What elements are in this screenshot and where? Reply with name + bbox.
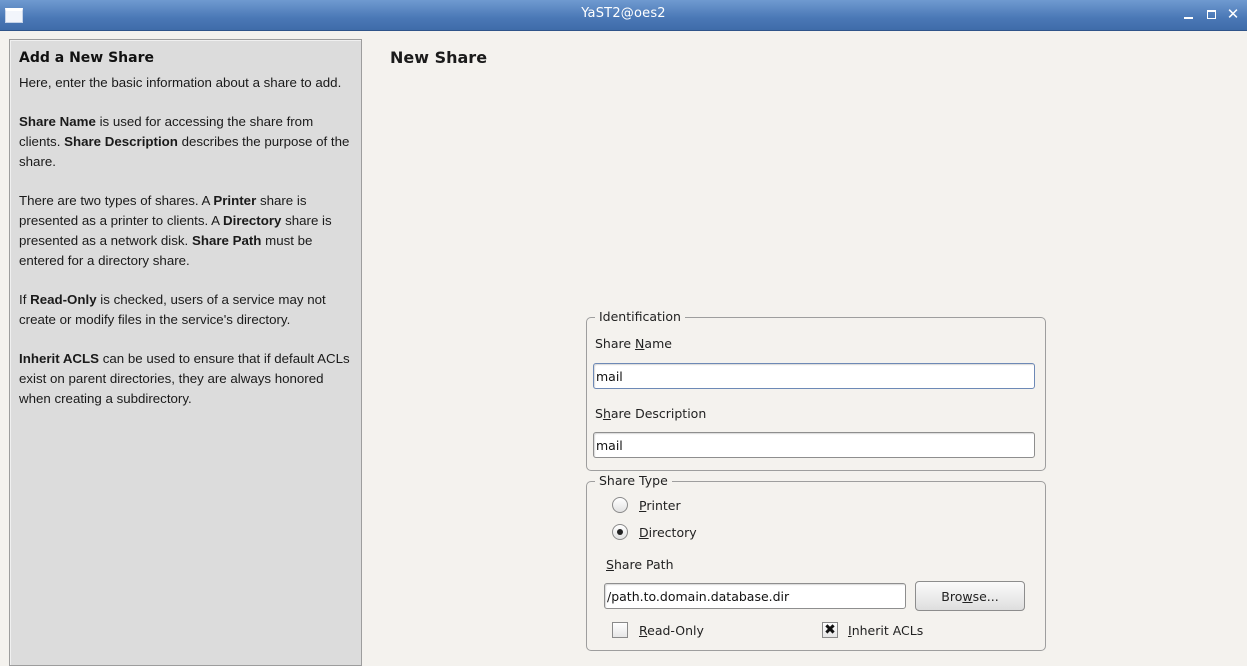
identification-legend: Identification — [595, 309, 685, 324]
help-bold: Share Path — [191, 233, 262, 248]
close-icon[interactable]: ✕ — [1225, 6, 1241, 22]
mnemonic: D — [639, 525, 649, 540]
help-paragraph: Here, enter the basic information about … — [19, 73, 355, 93]
help-bold: Share Name — [19, 114, 96, 129]
inherit-acls-label[interactable]: Inherit ACLs — [848, 623, 923, 638]
radio-selected-dot — [617, 529, 623, 535]
help-text-span: Here, enter the basic information about … — [19, 75, 342, 90]
help-text-span: If — [19, 292, 31, 307]
label-text: Bro — [941, 589, 963, 604]
window-titlebar: YaST2@oes2 ✕ — [0, 0, 1247, 31]
label-text: se... — [972, 589, 999, 604]
help-bold: Inherit ACLS — [19, 351, 100, 366]
label-text: nherit ACLs — [851, 623, 924, 638]
help-panel: Add a New Share Here, enter the basic in… — [9, 39, 362, 666]
share-path-label: Share Path — [606, 557, 674, 572]
minimize-icon[interactable] — [1181, 6, 1197, 22]
share-type-legend: Share Type — [595, 473, 672, 488]
help-paragraph: There are two types of shares. A Printer… — [19, 191, 355, 271]
share-name-label: Share Name — [595, 336, 672, 351]
printer-radio[interactable] — [612, 497, 628, 513]
help-bold: Share Description — [64, 134, 178, 149]
directory-label[interactable]: Directory — [639, 525, 697, 540]
window-controls: ✕ — [1181, 6, 1241, 22]
label-text: ead-Only — [647, 623, 704, 638]
help-paragraph: Inherit ACLS can be used to ensure that … — [19, 349, 355, 409]
mnemonic: R — [639, 623, 648, 638]
help-paragraph: Share Name is used for accessing the sha… — [19, 112, 355, 172]
mnemonic: N — [635, 336, 645, 351]
read-only-label[interactable]: Read-Only — [639, 623, 704, 638]
help-title: Add a New Share — [19, 50, 154, 66]
mnemonic: h — [602, 406, 611, 421]
label-text: ame — [644, 336, 672, 351]
mnemonic: S — [606, 557, 614, 572]
help-bold: Printer — [213, 193, 257, 208]
help-paragraph: If Read-Only is checked, users of a serv… — [19, 290, 355, 330]
label-text: irectory — [648, 525, 697, 540]
help-text-span: There are two types of shares. A — [19, 193, 214, 208]
maximize-icon[interactable] — [1203, 6, 1219, 22]
help-bold: Directory — [223, 213, 282, 228]
label-text: Share — [595, 336, 636, 351]
label-text: rinter — [646, 498, 681, 513]
help-bold: Read-Only — [30, 292, 97, 307]
directory-radio[interactable] — [612, 524, 628, 540]
browse-button[interactable]: Browse... — [915, 581, 1025, 611]
window-title: YaST2@oes2 — [581, 6, 666, 21]
share-name-input[interactable]: mail — [593, 363, 1035, 389]
inherit-acls-checkbox[interactable]: ✖ — [822, 622, 838, 638]
share-description-input[interactable]: mail — [593, 432, 1035, 458]
printer-label[interactable]: Printer — [639, 498, 681, 513]
share-path-input[interactable]: /path.to.domain.database.dir — [604, 583, 906, 609]
label-text: hare Path — [613, 557, 674, 572]
mnemonic: w — [962, 589, 973, 604]
share-description-label: Share Description — [595, 406, 706, 421]
label-text: are Description — [610, 406, 707, 421]
label-text: S — [595, 406, 603, 421]
read-only-checkbox[interactable] — [612, 622, 628, 638]
page-title: New Share — [390, 48, 488, 67]
help-text: Here, enter the basic information about … — [19, 73, 355, 428]
